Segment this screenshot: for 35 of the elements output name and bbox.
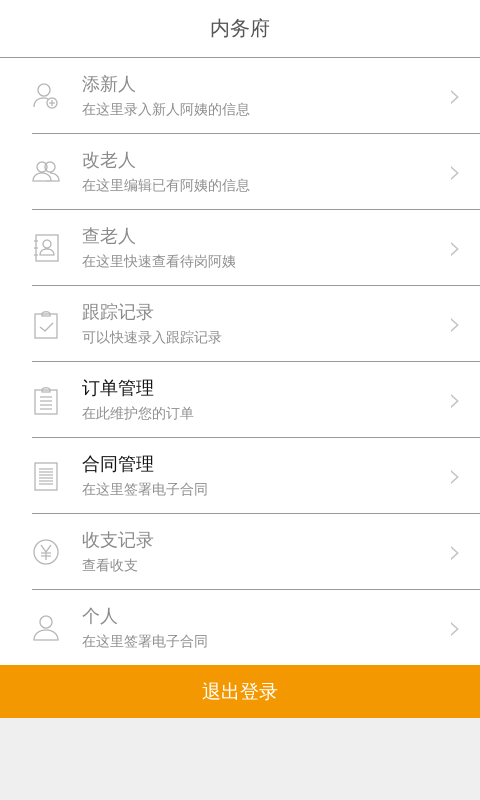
chevron-icon: ›: [448, 382, 462, 416]
menu-item-title: 个人: [82, 605, 118, 628]
person-icon: [32, 612, 60, 642]
menu-item-title: 添新人: [82, 73, 136, 96]
chevron-icon: ›: [448, 78, 462, 112]
menu-item-title: 订单管理: [82, 377, 154, 400]
chevron-icon: ›: [448, 458, 462, 492]
logout-button[interactable]: 退出登录: [0, 665, 480, 718]
menu-item[interactable]: 订单管理 在此维护您的订单 ›: [32, 361, 480, 437]
menu-item-subtitle: 在这里录入新人阿姨的信息: [82, 101, 250, 119]
menu-item-subtitle: 可以快速录入跟踪记录: [82, 329, 222, 347]
screen-title: 内务府: [210, 15, 270, 42]
chevron-icon: ›: [448, 534, 462, 568]
chevron-icon: ›: [448, 610, 462, 644]
menu-item-title: 查老人: [82, 225, 136, 248]
clipboard-list-icon: [32, 384, 60, 414]
person-add-icon: [32, 80, 60, 110]
menu-item-subtitle: 在这里签署电子合同: [82, 481, 208, 499]
chevron-icon: ›: [448, 230, 462, 264]
document-icon: [32, 460, 60, 490]
menu-item-subtitle: 查看收支: [82, 557, 138, 575]
menu-item-subtitle: 在此维护您的订单: [82, 405, 194, 423]
menu-item-title: 跟踪记录: [82, 301, 154, 324]
menu-item[interactable]: 合同管理 在这里签署电子合同 ›: [32, 437, 480, 513]
menu-item-subtitle: 在这里编辑已有阿姨的信息: [82, 177, 250, 195]
menu-item-subtitle: 在这里快速查看待岗阿姨: [82, 253, 236, 271]
yen-icon: [32, 536, 60, 566]
menu-item-subtitle: 在这里签署电子合同: [82, 633, 208, 651]
clipboard-check-icon: [32, 308, 60, 338]
chevron-icon: ›: [448, 154, 462, 188]
contact-card-icon: [32, 232, 60, 262]
menu-item-title: 收支记录: [82, 529, 154, 552]
menu-item-title: 改老人: [82, 149, 136, 172]
menu-item-title: 合同管理: [82, 453, 154, 476]
chevron-icon: ›: [448, 306, 462, 340]
